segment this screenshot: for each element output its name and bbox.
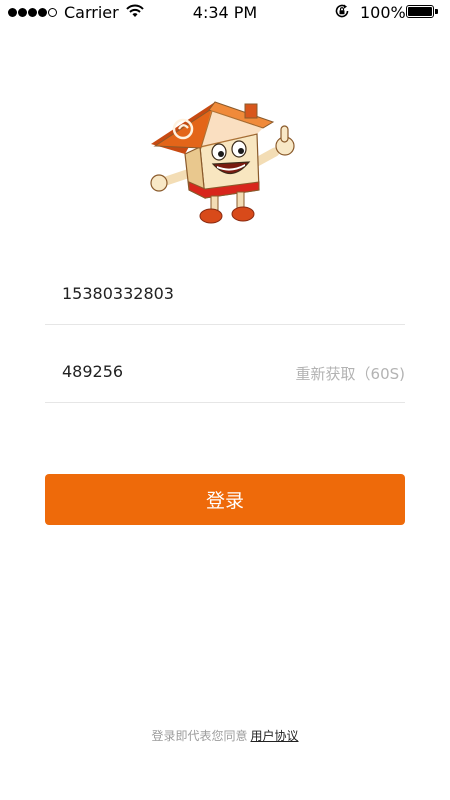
- rotation-lock-icon: [334, 3, 350, 23]
- agreement-footer: 登录即代表您同意 用户协议: [0, 727, 450, 744]
- resend-code-button[interactable]: 重新获取（60S): [296, 363, 405, 384]
- agreement-text: 登录即代表您同意: [151, 729, 248, 743]
- house-mascot-icon: [145, 92, 305, 232]
- login-button[interactable]: 登录: [45, 474, 405, 525]
- verification-code-input[interactable]: [62, 362, 272, 381]
- status-bar: Carrier 4:34 PM 100%: [0, 0, 450, 26]
- battery-icon: [406, 5, 434, 18]
- phone-field: [45, 264, 405, 325]
- phone-input[interactable]: [62, 284, 272, 303]
- verification-code-field: 重新获取（60S): [45, 342, 405, 403]
- battery-percentage: 100%: [360, 3, 406, 22]
- user-agreement-link[interactable]: 用户协议: [251, 729, 299, 743]
- battery-cap: [435, 9, 438, 14]
